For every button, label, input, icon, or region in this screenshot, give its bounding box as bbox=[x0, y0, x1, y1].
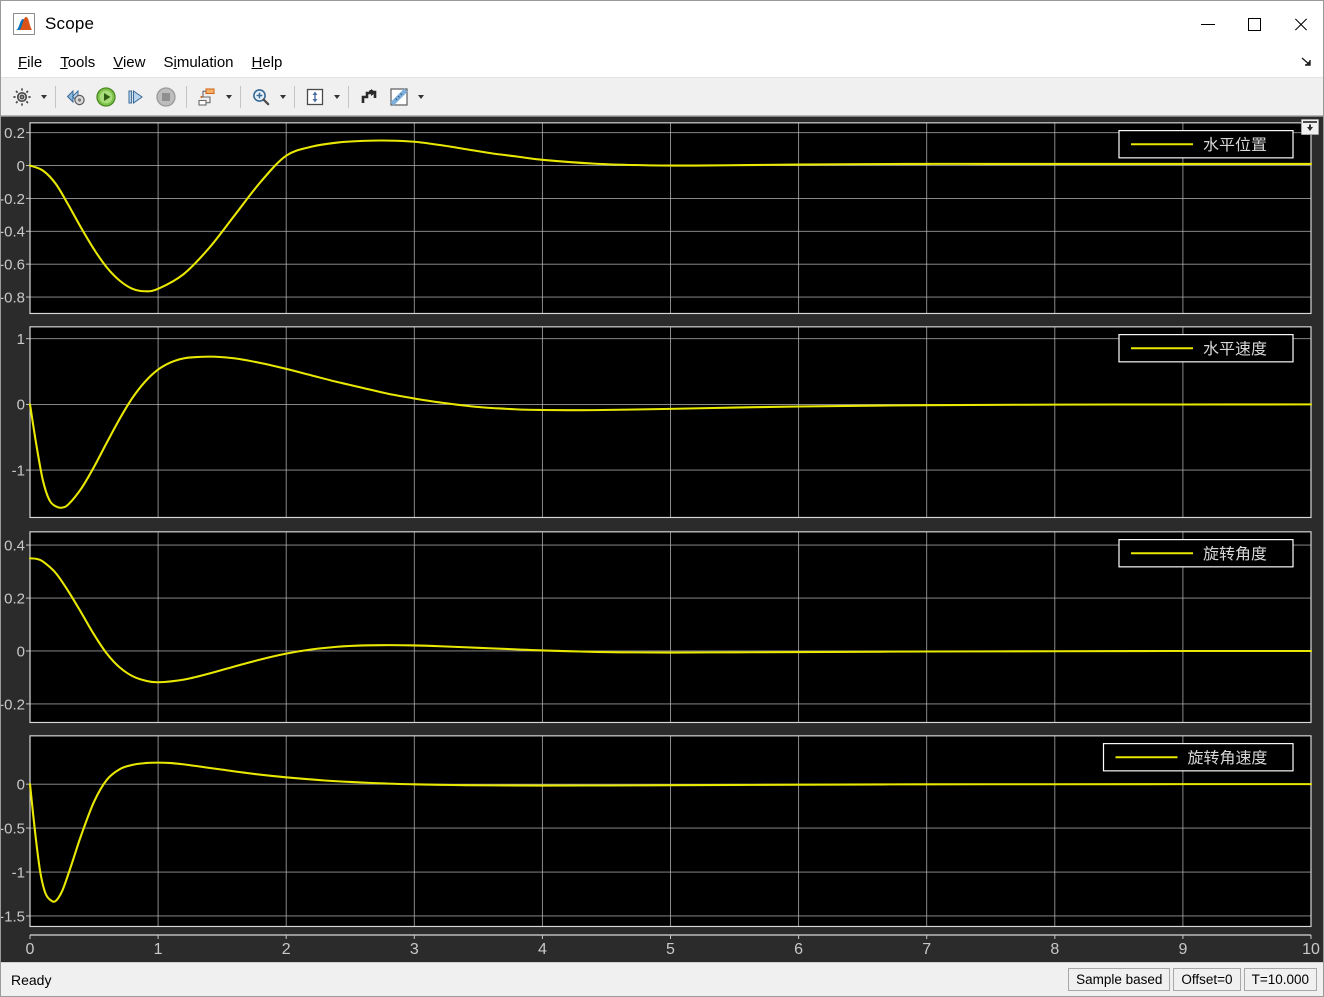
svg-text:0: 0 bbox=[26, 941, 35, 958]
svg-text:-0.5: -0.5 bbox=[1, 821, 25, 837]
close-button[interactable] bbox=[1277, 1, 1323, 47]
window-title: Scope bbox=[45, 13, 95, 33]
signal-selection-dropdown-arrow[interactable] bbox=[222, 83, 235, 111]
zoom-dropdown-arrow[interactable] bbox=[276, 83, 289, 111]
menu-bar: File Tools View Simulation Help bbox=[1, 47, 1323, 78]
zoom-in-icon bbox=[253, 88, 270, 105]
svg-text:10: 10 bbox=[1302, 941, 1320, 958]
configuration-dropdown-arrow[interactable] bbox=[37, 83, 50, 111]
svg-text:0: 0 bbox=[17, 159, 25, 175]
svg-text:0: 0 bbox=[17, 398, 25, 414]
rewind-gear-icon bbox=[66, 89, 85, 105]
menu-tools[interactable]: Tools bbox=[51, 51, 104, 74]
toolbar-separator-4 bbox=[294, 85, 295, 108]
svg-text:3: 3 bbox=[410, 941, 419, 958]
svg-text:-1.5: -1.5 bbox=[1, 909, 25, 925]
ruler-icon bbox=[390, 87, 408, 106]
toolbar-separator-1 bbox=[55, 85, 56, 108]
gear-icon bbox=[13, 87, 31, 106]
toolbar-separator-5 bbox=[348, 85, 349, 108]
svg-text:水平位置: 水平位置 bbox=[1203, 136, 1267, 154]
minimize-button[interactable] bbox=[1185, 1, 1231, 47]
x-axis: 0 1 2 3 4 5 6 7 8 9 10 bbox=[1, 934, 1323, 962]
stop-button[interactable] bbox=[151, 82, 181, 112]
plot-panel-2[interactable]: 1 0 -1 水平速度 bbox=[1, 321, 1323, 526]
run-button[interactable] bbox=[91, 82, 121, 112]
zoom-button[interactable] bbox=[246, 82, 276, 112]
autoscale-icon bbox=[306, 88, 324, 105]
svg-text:0.2: 0.2 bbox=[4, 591, 25, 607]
menu-tools-rest: ools bbox=[67, 53, 96, 71]
menu-simulation[interactable]: Simulation bbox=[154, 51, 242, 74]
svg-text:6: 6 bbox=[794, 941, 803, 958]
cursor-measurements-button[interactable] bbox=[384, 82, 414, 112]
menu-help-rest: elp bbox=[262, 53, 283, 71]
matlab-scope-icon bbox=[13, 12, 35, 35]
menu-help[interactable]: Help bbox=[243, 51, 292, 74]
configuration-properties-button[interactable] bbox=[7, 82, 37, 112]
plot-panel-4[interactable]: 0 -0.5 -1 -1.5 旋转角速度 bbox=[1, 729, 1323, 934]
axes-limits-icon bbox=[361, 88, 377, 103]
signal-blocks-icon bbox=[198, 87, 215, 106]
svg-text:-0.2: -0.2 bbox=[1, 192, 25, 208]
toolbar-separator-2 bbox=[186, 85, 187, 108]
scope-display-area: 0.2 0 -0.2 -0.4 -0.6 -0.8 水平位置 1 0 -1 水平速度 0.4 0.2… bbox=[1, 116, 1323, 962]
svg-text:-0.4: -0.4 bbox=[1, 225, 25, 241]
step-forward-icon bbox=[128, 89, 143, 104]
svg-text:0.4: 0.4 bbox=[4, 538, 25, 554]
svg-text:-1: -1 bbox=[12, 865, 25, 881]
svg-text:5: 5 bbox=[666, 941, 675, 958]
signal-selection-button[interactable] bbox=[192, 82, 222, 112]
status-bar: Ready Sample based Offset=0 T=10.000 bbox=[1, 962, 1323, 996]
autoscale-button[interactable] bbox=[300, 82, 330, 112]
svg-text:1: 1 bbox=[17, 332, 25, 348]
window-controls bbox=[1185, 1, 1323, 47]
play-icon bbox=[96, 86, 116, 107]
menu-file[interactable]: File bbox=[9, 51, 51, 74]
dock-pin-icon[interactable] bbox=[1300, 118, 1320, 136]
svg-text:0.2: 0.2 bbox=[4, 126, 25, 142]
menu-simulation-rest: mulation bbox=[176, 53, 234, 71]
svg-text:-0.2: -0.2 bbox=[1, 697, 25, 713]
svg-text:4: 4 bbox=[538, 941, 547, 958]
svg-text:8: 8 bbox=[1050, 941, 1059, 958]
svg-text:-1: -1 bbox=[12, 464, 25, 480]
svg-text:2: 2 bbox=[282, 941, 291, 958]
stop-icon bbox=[156, 86, 176, 107]
svg-text:-0.8: -0.8 bbox=[1, 291, 25, 307]
scale-axes-limits-button[interactable] bbox=[354, 82, 384, 112]
svg-text:7: 7 bbox=[922, 941, 931, 958]
toolbar bbox=[1, 78, 1323, 116]
svg-text:0: 0 bbox=[17, 777, 25, 793]
scope-window: Scope File Tools View Simulation Help 0.… bbox=[0, 0, 1324, 997]
menu-expand-arrow-icon[interactable] bbox=[1299, 54, 1315, 70]
plot-stack: 0.2 0 -0.2 -0.4 -0.6 -0.8 水平位置 1 0 -1 水平速度 0.4 0.2… bbox=[1, 117, 1323, 962]
autoscale-dropdown-arrow[interactable] bbox=[330, 83, 343, 111]
simulation-time-indicator: T=10.000 bbox=[1243, 968, 1317, 991]
status-text: Ready bbox=[11, 971, 52, 988]
svg-text:旋转角度: 旋转角度 bbox=[1203, 545, 1267, 563]
menu-file-rest: ile bbox=[27, 53, 43, 71]
svg-text:1: 1 bbox=[154, 941, 163, 958]
maximize-button[interactable] bbox=[1231, 1, 1277, 47]
cursor-measurements-dropdown-arrow[interactable] bbox=[414, 83, 427, 111]
svg-text:旋转角速度: 旋转角速度 bbox=[1188, 749, 1268, 767]
title-bar: Scope bbox=[1, 1, 1323, 47]
step-back-button[interactable] bbox=[61, 82, 91, 112]
menu-view-rest: iew bbox=[122, 53, 146, 71]
svg-text:-0.6: -0.6 bbox=[1, 258, 25, 274]
svg-text:水平速度: 水平速度 bbox=[1203, 341, 1267, 359]
plot-panel-3[interactable]: 0.4 0.2 0 -0.2 旋转角度 bbox=[1, 525, 1323, 730]
svg-text:0: 0 bbox=[17, 644, 25, 660]
offset-indicator: Offset=0 bbox=[1173, 968, 1241, 991]
plot-panel-1[interactable]: 0.2 0 -0.2 -0.4 -0.6 -0.8 水平位置 bbox=[1, 117, 1323, 322]
step-forward-button[interactable] bbox=[121, 82, 151, 112]
frame-mode-indicator: Sample based bbox=[1068, 968, 1171, 991]
svg-text:9: 9 bbox=[1178, 941, 1187, 958]
menu-view[interactable]: View bbox=[104, 51, 154, 74]
toolbar-separator-3 bbox=[240, 85, 241, 108]
